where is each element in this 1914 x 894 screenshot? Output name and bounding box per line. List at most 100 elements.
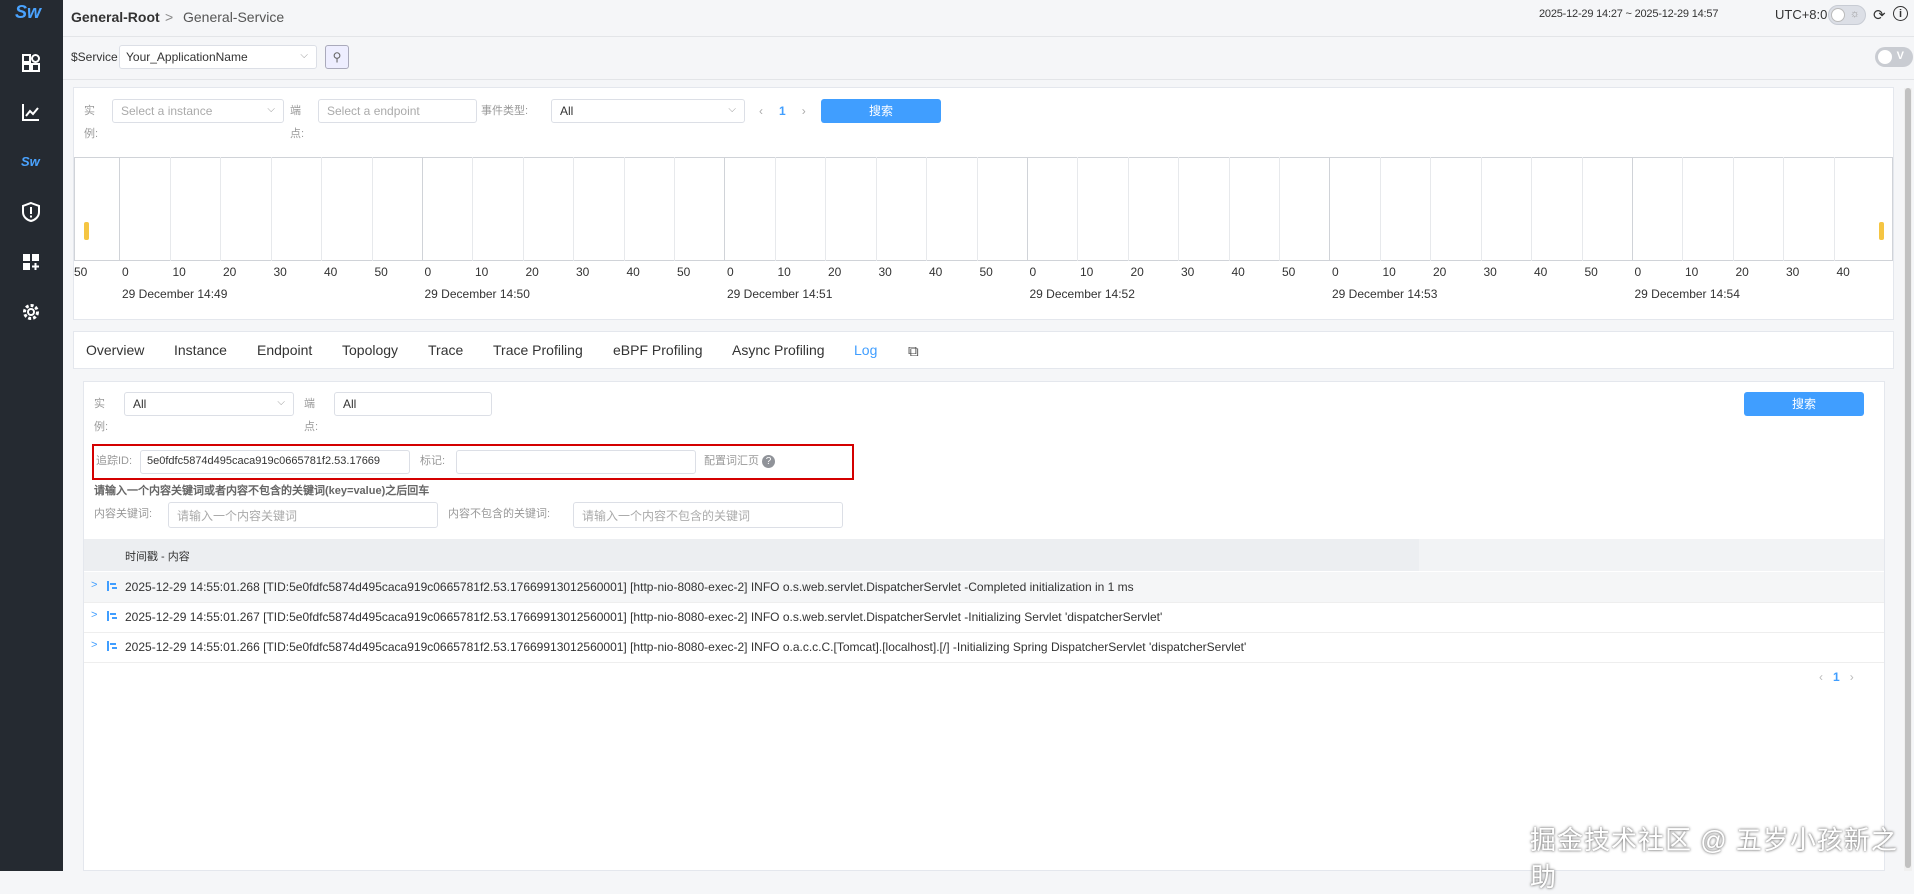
settings-gear-icon[interactable] — [20, 301, 42, 323]
log-search-button[interactable]: 搜索 — [1744, 392, 1864, 416]
timeline-gridline — [573, 157, 574, 261]
timeline-gridline — [472, 157, 473, 261]
tab-instance[interactable]: Instance — [174, 342, 227, 358]
timeline-minute-segment — [1631, 157, 1893, 261]
timeline-date-label: 29 December 14:49 — [122, 287, 228, 301]
marketplace-icon[interactable] — [20, 52, 42, 74]
endpoint-placeholder: Select a endpoint — [327, 104, 420, 118]
sidebar: Sw Sw — [0, 0, 63, 871]
instance-label: 实 — [84, 105, 95, 117]
log-endpoint-input[interactable]: All — [334, 392, 492, 416]
timeline-gridline — [321, 157, 322, 261]
trace-id-input[interactable]: 5e0fdfc5874d495caca919c0665781f2.53.1766… — [140, 450, 410, 474]
service-label: $Service — [71, 50, 118, 64]
endpoint-input[interactable]: Select a endpoint — [318, 99, 477, 123]
timeline-date-label: 29 December 14:54 — [1634, 287, 1740, 301]
scrollbar-thumb[interactable] — [1905, 88, 1911, 868]
timeline-tick-label: 40 — [1231, 265, 1245, 279]
instance-label-cont: 例: — [84, 128, 99, 140]
timeline-tick-label: 40 — [626, 265, 640, 279]
log-content: 2025-12-29 14:55:01.267 [TID:5e0fdfc5874… — [125, 610, 1163, 624]
log-endpoint-label-cont: 点: — [304, 421, 319, 433]
expand-row-icon[interactable]: > — [91, 609, 97, 621]
theme-toggle[interactable]: ☼ — [1828, 5, 1866, 25]
page-number[interactable]: 1 — [1833, 670, 1840, 684]
header-bar — [84, 539, 1419, 571]
add-widget-icon[interactable] — [20, 251, 42, 273]
tab-log[interactable]: Log — [854, 342, 877, 358]
dashboard-tabs: Overview Instance Endpoint Topology Trac… — [73, 331, 1894, 369]
tab-async-profiling[interactable]: Async Profiling — [732, 342, 825, 358]
alarm-icon[interactable] — [20, 201, 42, 223]
endpoint-label-cont: 点: — [290, 128, 305, 140]
prev-page-icon[interactable]: ‹ — [759, 104, 763, 118]
log-row[interactable]: > 2025-12-29 14:55:01.267 [TID:5e0fdfc58… — [84, 602, 1884, 633]
trace-link-icon[interactable] — [106, 640, 118, 652]
timeline-tick-label: 50 — [979, 265, 993, 279]
timezone-label[interactable]: UTC+8:0 — [1775, 7, 1827, 22]
log-row[interactable]: > 2025-12-29 14:55:01.266 [TID:5e0fdfc58… — [84, 632, 1884, 663]
breadcrumb-service[interactable]: General-Service — [183, 9, 284, 25]
service-hierarchy-button[interactable]: ⚲ — [325, 45, 349, 69]
instance-select[interactable]: Select a instance ⌵ — [112, 99, 284, 123]
timeline-gridline — [1178, 157, 1179, 261]
trace-link-icon[interactable] — [106, 580, 118, 592]
prev-page-icon[interactable]: ‹ — [1819, 670, 1823, 684]
expand-row-icon[interactable]: > — [91, 579, 97, 591]
time-range-picker[interactable]: 2025-12-29 14:27 ~ 2025-12-29 14:57 — [1539, 8, 1718, 20]
tag-input[interactable] — [456, 450, 696, 474]
service-select[interactable]: Your_ApplicationName ⌵ — [119, 45, 317, 69]
timeline-gridline — [623, 157, 625, 261]
refresh-icon[interactable]: ⟳ — [1873, 6, 1886, 24]
page-number[interactable]: 1 — [779, 104, 786, 118]
log-row[interactable]: > 2025-12-29 14:55:01.268 [TID:5e0fdfc58… — [84, 572, 1884, 603]
tab-endpoint[interactable]: Endpoint — [257, 342, 312, 358]
tab-ebpf-profiling[interactable]: eBPF Profiling — [613, 342, 702, 358]
keyword-input[interactable]: 请输入一个内容关键词 — [168, 502, 438, 528]
next-page-icon[interactable]: › — [1850, 670, 1854, 684]
keyword-label: 内容关键词: — [94, 508, 153, 520]
tab-trace-profiling[interactable]: Trace Profiling — [493, 342, 583, 358]
expand-row-icon[interactable]: > — [91, 639, 97, 651]
trace-link-icon[interactable] — [106, 610, 118, 622]
timeline-date-label: 29 December 14:51 — [727, 287, 833, 301]
tab-overview[interactable]: Overview — [86, 342, 144, 358]
event-type-select[interactable]: All ⌵ — [551, 99, 745, 123]
skywalking-icon[interactable]: Sw — [20, 151, 42, 173]
event-filter-panel: 实 例: Select a instance ⌵ 端 点: Select a e… — [73, 87, 1894, 320]
event-timeline[interactable]: 50 0 10 20 30 40 50 29 December 14:49 0 10 20 30 40 5… — [74, 157, 1893, 301]
timeline-right-handle[interactable] — [1879, 222, 1884, 240]
breadcrumb-root[interactable]: General-Root — [71, 9, 160, 25]
event-search-button[interactable]: 搜索 — [821, 99, 941, 123]
timeline-left-handle[interactable] — [84, 222, 89, 240]
page-scrollbar[interactable] — [1904, 88, 1912, 871]
next-page-icon[interactable]: › — [802, 104, 806, 118]
service-select-value: Your_ApplicationName — [126, 50, 248, 64]
toggle-label: V — [1896, 50, 1904, 62]
tab-topology[interactable]: Topology — [342, 342, 398, 358]
log-content: 2025-12-29 14:55:01.266 [TID:5e0fdfc5874… — [125, 640, 1247, 654]
info-icon[interactable]: i — [1893, 6, 1908, 21]
timeline-gridline — [371, 157, 373, 261]
visualization-toggle[interactable]: V — [1875, 47, 1913, 67]
timeline-tick-label: 0 — [424, 265, 432, 279]
log-column-title: 时间戳 - 内容 — [125, 551, 190, 563]
dashboard-chart-icon[interactable] — [20, 101, 42, 123]
help-icon[interactable]: ? — [762, 455, 775, 468]
chevron-down-icon: ⌵ — [277, 397, 285, 408]
timeline-tick-label: 40 — [1534, 265, 1548, 279]
exclude-keyword-input[interactable]: 请输入一个内容不包含的关键词 — [573, 502, 843, 528]
timeline-gridline — [1430, 157, 1431, 261]
timeline-gridline — [1480, 157, 1482, 261]
copy-icon[interactable]: ⧉ — [908, 343, 919, 360]
timeline-date-label: 29 December 14:50 — [424, 287, 530, 301]
config-vocabulary-link[interactable]: 配置词汇页 — [704, 451, 759, 471]
timeline-tick-label: 30 — [576, 265, 590, 279]
event-type-value: All — [560, 104, 574, 118]
log-instance-select[interactable]: All ⌵ — [124, 392, 294, 416]
timeline-tick-label: 0 — [122, 265, 129, 279]
tab-trace[interactable]: Trace — [428, 342, 463, 358]
timeline-gridline — [1682, 157, 1683, 261]
skywalking-logo[interactable]: Sw — [15, 2, 41, 23]
timeline-tick-label: 30 — [1483, 265, 1497, 279]
